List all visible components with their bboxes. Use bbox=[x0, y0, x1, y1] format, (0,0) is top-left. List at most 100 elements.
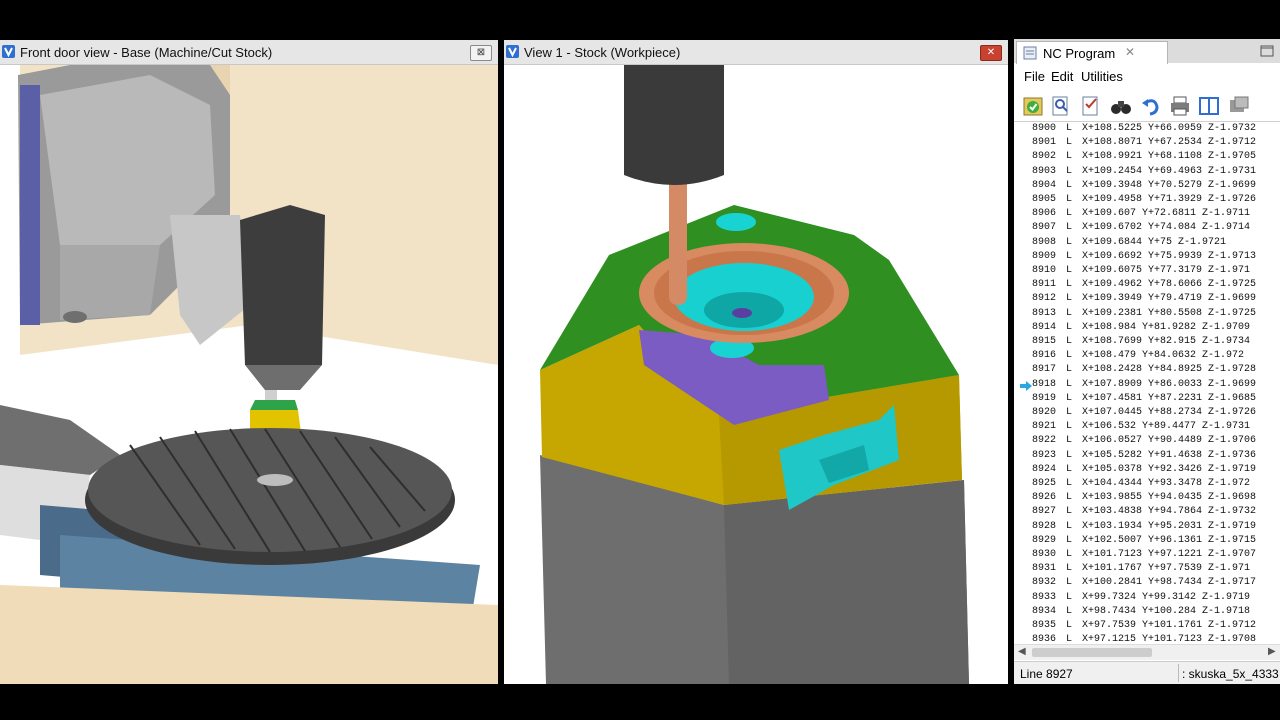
nc-program-panel[interactable]: NC Program ✕ File Edit Utilities 8900 L X+… bbox=[1014, 39, 1280, 684]
nc-line-coordinates: X+108.2428 Y+84.8925 Z-1.9728 bbox=[1082, 364, 1257, 376]
nc-line-coordinates: X+108.7699 Y+82.915 Z-1.9734 bbox=[1082, 336, 1251, 347]
nc-line-code: L bbox=[1066, 137, 1073, 149]
tab-close-icon[interactable]: ✕ bbox=[1125, 45, 1135, 59]
menu-utilities[interactable]: Utilities bbox=[1081, 69, 1123, 84]
nc-line-code: L bbox=[1066, 563, 1073, 575]
nc-line-code: L bbox=[1066, 620, 1073, 631]
nc-line-number: 8934 bbox=[1032, 605, 1057, 617]
nc-toolbar bbox=[1014, 89, 1280, 122]
nc-line-code: L bbox=[1066, 307, 1073, 319]
workpiece-view-close-button[interactable]: ✕ bbox=[980, 45, 1002, 61]
scroll-thumb[interactable] bbox=[1032, 648, 1152, 657]
nc-line-code: L bbox=[1066, 250, 1073, 262]
machine-3d-viewport[interactable] bbox=[0, 65, 498, 684]
tab-nc-program[interactable]: NC Program ✕ bbox=[1016, 41, 1168, 64]
tab-nc-program-label: NC Program bbox=[1043, 46, 1116, 61]
nc-line-coordinates: X+102.5007 Y+96.1361 Z-1.9715 bbox=[1082, 534, 1257, 546]
menu-edit[interactable]: Edit bbox=[1051, 69, 1073, 84]
nc-line-code: L bbox=[1066, 350, 1073, 362]
horizontal-scrollbar[interactable]: ◀ ▶ bbox=[1014, 644, 1280, 660]
nc-line-number: 8913 bbox=[1032, 307, 1057, 319]
nc-line-code: L bbox=[1066, 534, 1073, 546]
nc-line-number: 8923 bbox=[1032, 449, 1057, 461]
scroll-left-icon[interactable]: ◀ bbox=[1018, 646, 1026, 657]
nc-line-code: L bbox=[1066, 222, 1073, 234]
nc-line-number: 8926 bbox=[1032, 492, 1057, 504]
machine-view-window[interactable]: Front door view - Base (Machine/Cut Stoc… bbox=[0, 40, 498, 684]
bolt-hole bbox=[63, 311, 87, 323]
edit-nc-icon[interactable] bbox=[1080, 95, 1102, 117]
nc-line-code: L bbox=[1066, 165, 1073, 177]
nc-line-code: L bbox=[1066, 364, 1073, 376]
window-icon[interactable] bbox=[1228, 95, 1250, 117]
workpiece-3d-viewport[interactable] bbox=[504, 65, 1008, 684]
nc-line-code: L bbox=[1066, 506, 1073, 518]
scroll-right-icon[interactable]: ▶ bbox=[1268, 646, 1276, 657]
nc-line-coordinates: X+97.1215 Y+101.7123 Z-1.9708 bbox=[1082, 634, 1257, 643]
vericut-view-icon bbox=[506, 45, 519, 58]
nc-line-number: 8919 bbox=[1032, 392, 1057, 404]
nc-line-coordinates: X+108.8071 Y+67.2534 Z-1.9712 bbox=[1082, 137, 1257, 149]
nc-line-number: 8908 bbox=[1032, 236, 1057, 248]
nc-line-code: L bbox=[1066, 549, 1073, 560]
rotary-table-top bbox=[88, 428, 452, 552]
nc-line-coordinates: X+103.1934 Y+95.2031 Z-1.9719 bbox=[1082, 520, 1257, 532]
workpiece-view-window[interactable]: View 1 - Stock (Workpiece) ✕ bbox=[504, 40, 1008, 684]
nc-line-code: L bbox=[1066, 591, 1073, 603]
nc-line-number: 8910 bbox=[1032, 265, 1057, 276]
columns-icon[interactable] bbox=[1198, 95, 1220, 117]
bore-hole-top bbox=[716, 213, 756, 231]
nc-line-code: L bbox=[1066, 463, 1073, 475]
nc-line-number: 8927 bbox=[1032, 506, 1057, 518]
nc-line-number: 8930 bbox=[1032, 549, 1057, 560]
nc-line-number: 8911 bbox=[1032, 279, 1057, 291]
nc-line-number: 8902 bbox=[1032, 151, 1057, 163]
nc-line-code: L bbox=[1066, 151, 1073, 163]
nc-program-listing[interactable]: 8900 L X+108.5225 Y+66.0959 Z-1.9732 8901 L X… bbox=[1016, 123, 1278, 643]
maximize-icon[interactable] bbox=[1260, 45, 1274, 57]
nc-line-number: 8925 bbox=[1032, 478, 1057, 489]
nc-line-number: 8920 bbox=[1032, 407, 1057, 418]
print-icon[interactable] bbox=[1169, 95, 1191, 117]
current-line-status: Line 8927 bbox=[1020, 667, 1073, 681]
nc-line-number: 8916 bbox=[1032, 350, 1057, 362]
nc-line-coordinates: X+107.0445 Y+88.2734 Z-1.9726 bbox=[1082, 407, 1257, 418]
nc-line-code: L bbox=[1066, 492, 1073, 504]
nc-line-number: 8936 bbox=[1032, 634, 1057, 643]
nc-line-coordinates: X+109.6075 Y+77.3179 Z-1.971 bbox=[1082, 265, 1251, 276]
nc-line-number: 8903 bbox=[1032, 165, 1057, 177]
nc-line-coordinates: X+109.3948 Y+70.5279 Z-1.9699 bbox=[1082, 179, 1257, 191]
nc-line-number: 8929 bbox=[1032, 534, 1057, 546]
nc-line-code: L bbox=[1066, 478, 1073, 489]
column-guide bbox=[20, 85, 40, 325]
menu-file[interactable]: File bbox=[1024, 69, 1045, 84]
nc-line-code: L bbox=[1066, 435, 1073, 447]
nc-line-coordinates: X+99.7324 Y+99.3142 Z-1.9719 bbox=[1082, 591, 1251, 603]
current-line-arrow-icon bbox=[1020, 380, 1032, 391]
binoculars-icon[interactable] bbox=[1110, 95, 1132, 117]
column-base bbox=[60, 245, 160, 320]
nc-line-coordinates: X+109.607 Y+72.6811 Z-1.9711 bbox=[1082, 208, 1251, 220]
nc-line-coordinates: X+108.9921 Y+68.1108 Z-1.9705 bbox=[1082, 151, 1257, 163]
nc-line-coordinates: X+109.4958 Y+71.3929 Z-1.9726 bbox=[1082, 194, 1257, 205]
nc-line-code: L bbox=[1066, 265, 1073, 276]
nc-tab-bar: NC Program ✕ bbox=[1014, 39, 1280, 64]
nc-line-code: L bbox=[1066, 605, 1073, 617]
nc-line-coordinates: X+109.6692 Y+75.9939 Z-1.9713 bbox=[1082, 250, 1257, 262]
undo-icon[interactable] bbox=[1140, 95, 1162, 117]
nc-line-number: 8917 bbox=[1032, 364, 1057, 376]
nc-line-number: 8901 bbox=[1032, 137, 1057, 149]
spindle-motor bbox=[240, 205, 325, 375]
machine-view-close-button[interactable]: ⊠ bbox=[470, 45, 492, 61]
nc-line-coordinates: X+103.9855 Y+94.0435 Z-1.9698 bbox=[1082, 492, 1257, 504]
search-nc-icon[interactable] bbox=[1050, 95, 1072, 117]
nc-line-coordinates: X+104.4344 Y+93.3478 Z-1.972 bbox=[1082, 478, 1251, 489]
nc-line-coordinates: X+109.3949 Y+79.4719 Z-1.9699 bbox=[1082, 293, 1257, 305]
nc-line-code: L bbox=[1066, 392, 1073, 404]
check-icon[interactable] bbox=[1022, 95, 1044, 117]
nc-line-code: L bbox=[1066, 179, 1073, 191]
nc-line-coordinates: X+108.5225 Y+66.0959 Z-1.9732 bbox=[1082, 123, 1257, 134]
nc-line-number: 8906 bbox=[1032, 208, 1057, 220]
nc-line-coordinates: X+98.7434 Y+100.284 Z-1.9718 bbox=[1082, 605, 1251, 617]
machine-view-title: Front door view - Base (Machine/Cut Stoc… bbox=[20, 45, 273, 60]
